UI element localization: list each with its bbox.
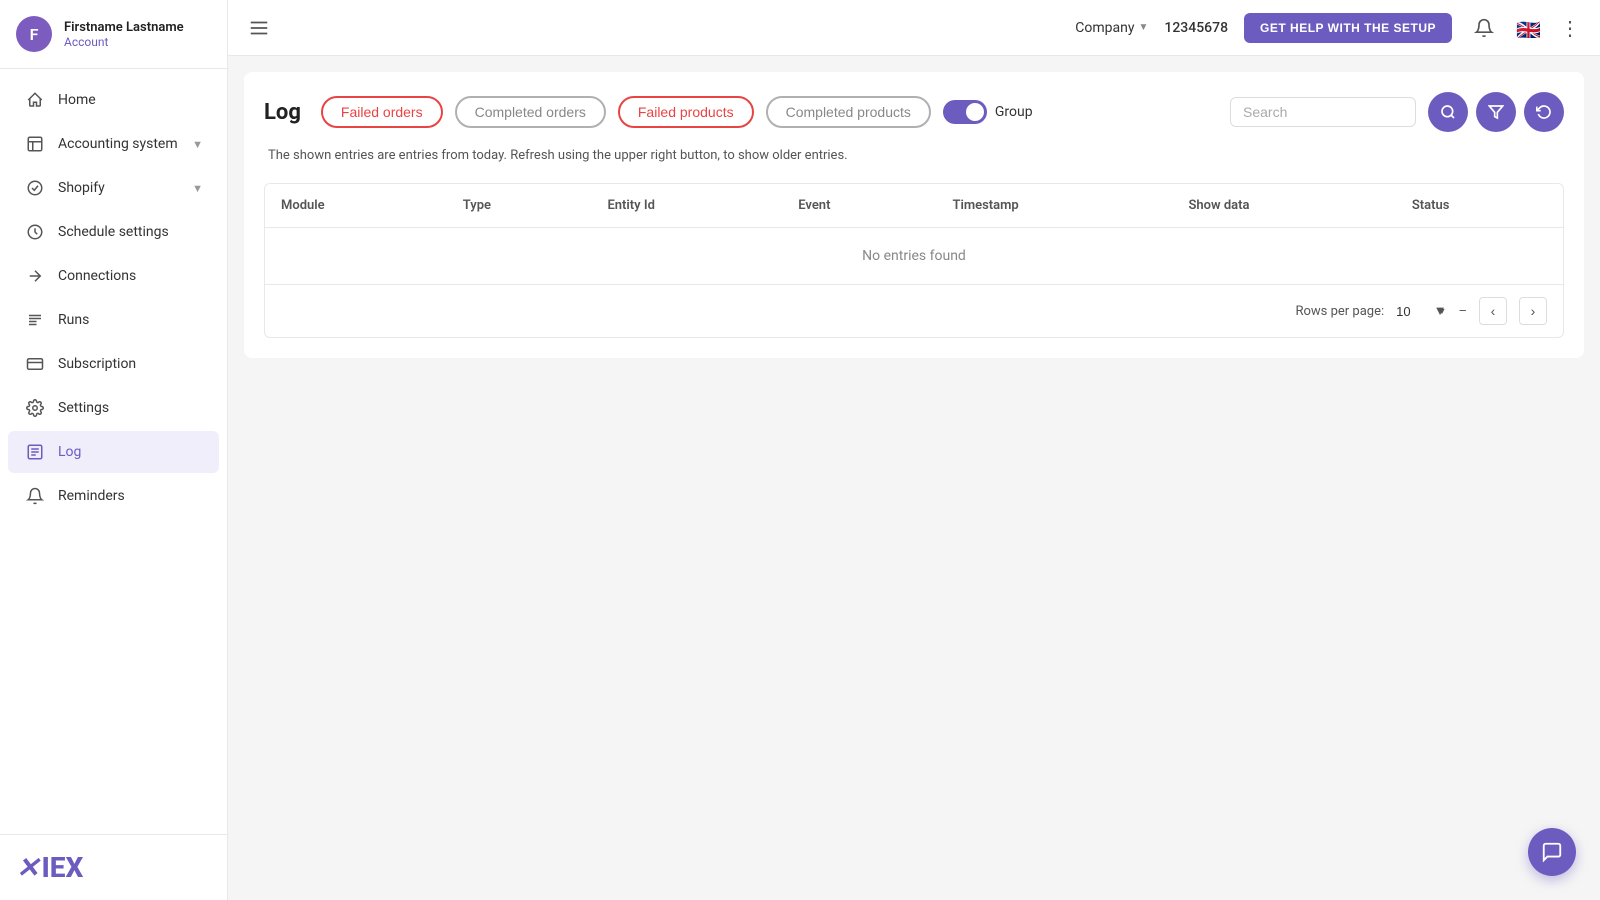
- sidebar-item-label: Accounting system: [58, 136, 178, 152]
- sidebar-item-connections[interactable]: Connections: [8, 255, 219, 297]
- sidebar-item-label: Log: [58, 444, 81, 460]
- chevron-down-icon: ▼: [192, 138, 203, 151]
- log-section: Log Failed orders Completed orders Faile…: [244, 72, 1584, 358]
- col-entity-id: Entity Id: [591, 184, 782, 228]
- company-id: 12345678: [1164, 20, 1228, 36]
- schedule-icon: [24, 221, 46, 243]
- col-type: Type: [447, 184, 592, 228]
- company-label: Company: [1075, 20, 1134, 36]
- sidebar-item-label: Reminders: [58, 488, 125, 504]
- sidebar-item-label: Settings: [58, 400, 109, 416]
- sidebar-item-shopify[interactable]: Shopify ▼: [8, 167, 219, 209]
- group-toggle-label: Group: [995, 104, 1033, 120]
- sidebar-nav: Home Accounting system ▼ Shopify ▼ Sched…: [0, 69, 227, 834]
- language-flag[interactable]: 🇬🇧: [1516, 18, 1544, 38]
- sidebar-item-accounting-system[interactable]: Accounting system ▼: [8, 123, 219, 165]
- company-selector[interactable]: Company ▼: [1075, 20, 1148, 36]
- runs-icon: [24, 309, 46, 331]
- pagination-row: Rows per page: 10 25 50 ▼ – ‹ ›: [265, 284, 1563, 337]
- notifications-bell[interactable]: [1468, 12, 1500, 44]
- group-toggle-switch[interactable]: [943, 100, 987, 124]
- log-info-text: The shown entries are entries from today…: [264, 148, 1564, 163]
- sidebar: F Firstname Lastname Account Home Accoun…: [0, 0, 228, 900]
- search-box: [1230, 97, 1416, 127]
- reminders-icon: [24, 485, 46, 507]
- page-title: Log: [264, 100, 301, 125]
- next-page-button[interactable]: ›: [1519, 297, 1547, 325]
- connections-icon: [24, 265, 46, 287]
- sidebar-item-home[interactable]: Home: [8, 79, 219, 121]
- table-row-empty: No entries found: [265, 228, 1563, 285]
- help-setup-button[interactable]: GET HELP WITH THE SETUP: [1244, 13, 1452, 43]
- sidebar-logo: ✕IEX: [0, 834, 227, 900]
- search-input[interactable]: [1243, 104, 1403, 120]
- page-info: –: [1458, 304, 1467, 319]
- no-entries-message: No entries found: [265, 228, 1563, 285]
- sidebar-item-label: Home: [58, 92, 96, 108]
- col-status: Status: [1396, 184, 1563, 228]
- sidebar-item-subscription[interactable]: Subscription: [8, 343, 219, 385]
- sidebar-item-settings[interactable]: Settings: [8, 387, 219, 429]
- more-options-button[interactable]: ⋮: [1560, 16, 1580, 40]
- log-icon: [24, 441, 46, 463]
- log-table: Module Type Entity Id Event Timestamp Sh…: [265, 184, 1563, 284]
- main-content: Log Failed orders Completed orders Faile…: [228, 56, 1600, 900]
- rows-per-page-dropdown[interactable]: 10 25 50: [1396, 304, 1427, 319]
- home-icon: [24, 89, 46, 111]
- chevron-down-icon: ▼: [1138, 22, 1148, 33]
- shopify-icon: [24, 177, 46, 199]
- hamburger-button[interactable]: [248, 17, 270, 39]
- sidebar-item-label: Schedule settings: [58, 224, 169, 240]
- chat-button[interactable]: [1528, 828, 1576, 876]
- prev-page-button[interactable]: ‹: [1479, 297, 1507, 325]
- sidebar-item-label: Shopify: [58, 180, 105, 196]
- user-name: Firstname Lastname: [64, 20, 184, 35]
- logo-xiex: ✕IEX: [16, 851, 211, 884]
- rows-per-page-label: Rows per page:: [1295, 304, 1384, 319]
- topbar: Company ▼ 12345678 GET HELP WITH THE SET…: [228, 0, 1600, 56]
- refresh-button[interactable]: [1524, 92, 1564, 132]
- col-module: Module: [265, 184, 447, 228]
- log-header: Log Failed orders Completed orders Faile…: [264, 92, 1564, 132]
- settings-icon: [24, 397, 46, 419]
- sidebar-item-label: Subscription: [58, 356, 136, 372]
- sidebar-item-schedule-settings[interactable]: Schedule settings: [8, 211, 219, 253]
- sidebar-item-reminders[interactable]: Reminders: [8, 475, 219, 517]
- col-timestamp: Timestamp: [936, 184, 1172, 228]
- sidebar-item-label: Runs: [58, 312, 89, 328]
- filter-completed-orders[interactable]: Completed orders: [455, 96, 606, 128]
- filter-button[interactable]: [1476, 92, 1516, 132]
- avatar: F: [16, 16, 52, 52]
- main-area: Company ▼ 12345678 GET HELP WITH THE SET…: [228, 0, 1600, 900]
- sidebar-item-log[interactable]: Log: [8, 431, 219, 473]
- sidebar-header: F Firstname Lastname Account: [0, 0, 227, 69]
- filter-completed-products[interactable]: Completed products: [766, 96, 931, 128]
- sidebar-item-label: Connections: [58, 268, 136, 284]
- rows-per-page-select[interactable]: 10 25 50 ▼: [1396, 303, 1446, 319]
- filter-failed-products[interactable]: Failed products: [618, 96, 754, 128]
- account-link[interactable]: Account: [64, 35, 184, 49]
- subscription-icon: [24, 353, 46, 375]
- col-show-data: Show data: [1172, 184, 1395, 228]
- log-table-container: Module Type Entity Id Event Timestamp Sh…: [264, 183, 1564, 338]
- sidebar-item-runs[interactable]: Runs: [8, 299, 219, 341]
- filter-failed-orders[interactable]: Failed orders: [321, 96, 443, 128]
- toolbar-icons: [1428, 92, 1564, 132]
- search-button[interactable]: [1428, 92, 1468, 132]
- group-toggle[interactable]: Group: [943, 100, 1033, 124]
- chevron-down-icon: ▼: [192, 182, 203, 195]
- accounting-icon: [24, 133, 46, 155]
- col-event: Event: [782, 184, 936, 228]
